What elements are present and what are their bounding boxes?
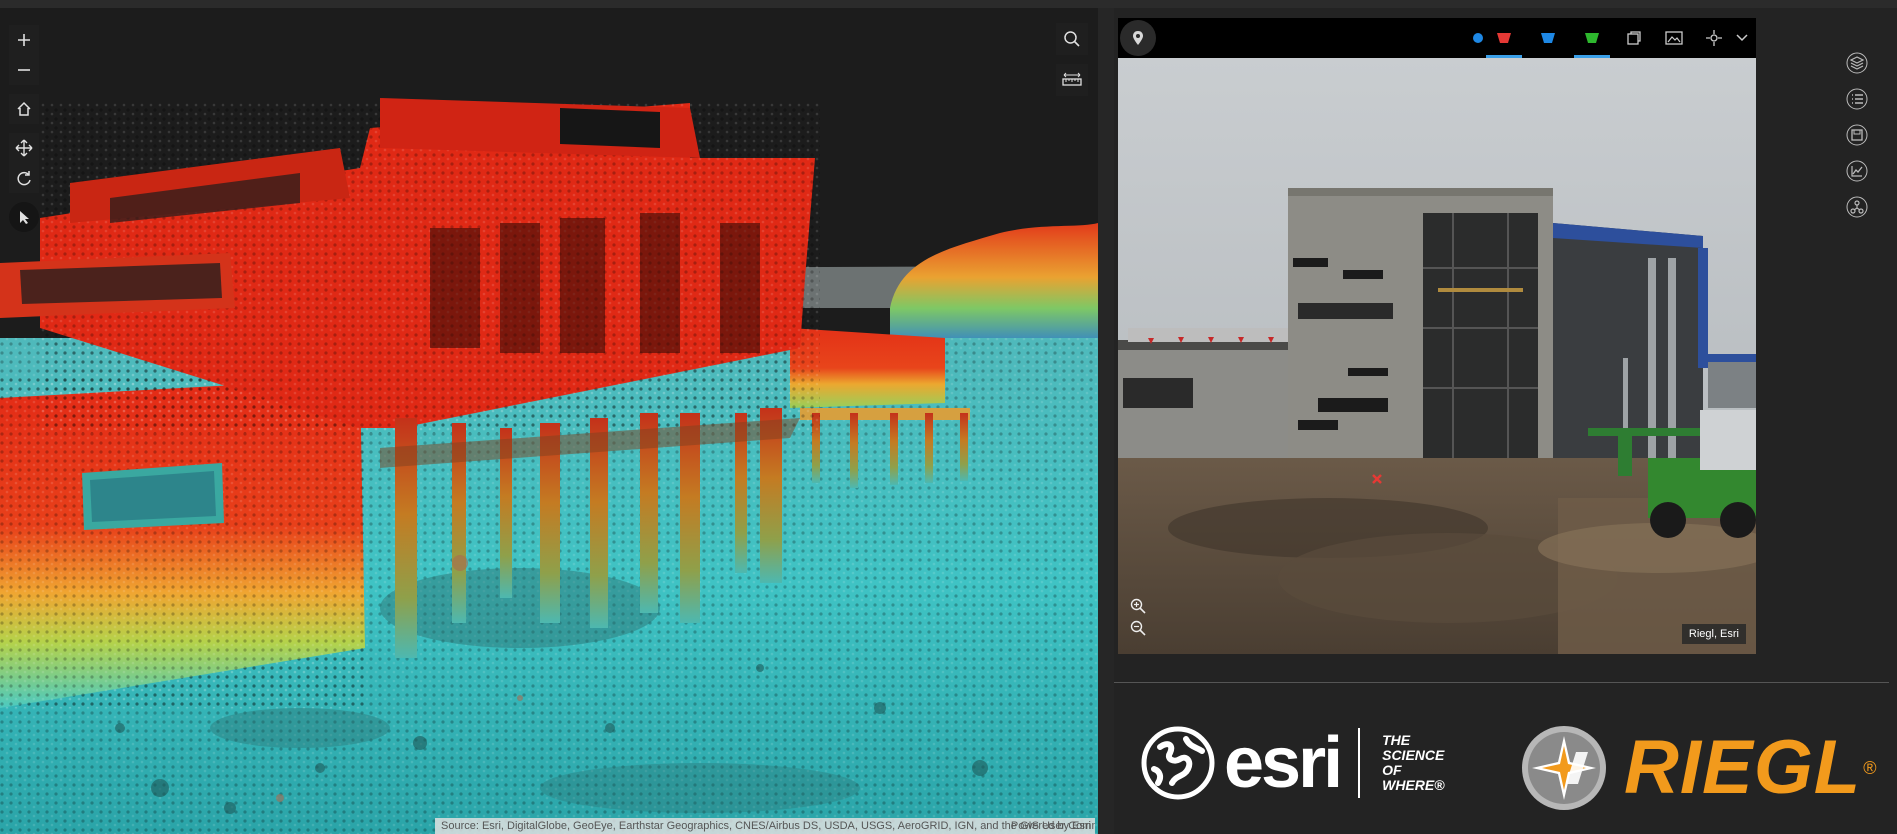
blue-footprint-button[interactable] bbox=[1530, 18, 1566, 58]
network-button[interactable] bbox=[1843, 194, 1871, 220]
pan-arrows-icon bbox=[15, 139, 33, 157]
chart-button[interactable] bbox=[1843, 158, 1871, 184]
scene-tools bbox=[1056, 23, 1088, 96]
search-icon bbox=[1064, 31, 1080, 47]
riegl-wordmark: RIEGL bbox=[1624, 725, 1862, 810]
blue-dot-icon bbox=[1473, 33, 1483, 43]
powered-by-link[interactable]: Powered by Esri bbox=[1011, 818, 1091, 834]
tagline-line-1: THE bbox=[1382, 732, 1411, 748]
zoom-in-magnifier-icon bbox=[1130, 598, 1146, 614]
viewer-zoom-in-button[interactable] bbox=[1128, 596, 1148, 616]
esri-wordmark: esri bbox=[1224, 723, 1343, 803]
crosshair-arrows-icon bbox=[1706, 30, 1722, 46]
blue-footprint-icon bbox=[1541, 33, 1555, 43]
tagline-line-2: SCIENCE bbox=[1382, 747, 1445, 763]
chevron-down-icon bbox=[1736, 34, 1748, 42]
esri-globe-icon bbox=[1141, 726, 1215, 800]
zoom-out-button[interactable] bbox=[9, 55, 39, 85]
plus-icon bbox=[18, 34, 30, 46]
attribution-text: Source: Esri, DigitalGlobe, GeoEye, Eart… bbox=[441, 820, 1095, 832]
legend-list-button[interactable] bbox=[1843, 86, 1871, 112]
cursor-arrow-icon bbox=[20, 211, 29, 224]
gallery-button[interactable] bbox=[1656, 18, 1692, 58]
layers-icon bbox=[1846, 52, 1868, 74]
green-footprint-button[interactable] bbox=[1574, 18, 1610, 58]
image-gallery-icon bbox=[1665, 31, 1683, 45]
copy-icon bbox=[1627, 31, 1641, 45]
home-icon bbox=[17, 101, 31, 116]
right-rail-toolbar bbox=[1843, 50, 1871, 220]
viewer-toolbar bbox=[1118, 18, 1756, 58]
map-pin-icon bbox=[1133, 31, 1143, 45]
oriented-imagery-viewer: Riegl, Esri bbox=[1118, 18, 1756, 654]
viewer-zoom-controls bbox=[1128, 596, 1148, 638]
collapse-toolbar-button[interactable] bbox=[1724, 18, 1756, 58]
photo-credit: Riegl, Esri bbox=[1681, 624, 1746, 644]
list-icon bbox=[1846, 88, 1868, 110]
esri-separator bbox=[1358, 728, 1361, 798]
red-footprint-icon bbox=[1497, 33, 1511, 43]
riegl-emblem-icon bbox=[1522, 726, 1606, 810]
site-photograph[interactable] bbox=[1118, 58, 1756, 654]
scene-navigation-toolbar bbox=[9, 25, 39, 232]
panel-divider[interactable] bbox=[1098, 8, 1114, 834]
save-button[interactable] bbox=[1843, 122, 1871, 148]
location-pin-button[interactable] bbox=[1120, 20, 1156, 56]
esri-tagline: THE SCIENCE OF WHERE® bbox=[1382, 733, 1444, 793]
save-icon bbox=[1846, 124, 1868, 146]
select-tool-button[interactable] bbox=[9, 202, 39, 232]
point-cloud-render bbox=[0, 8, 1098, 834]
registered-mark: ® bbox=[1863, 757, 1877, 778]
zoom-in-button[interactable] bbox=[9, 25, 39, 55]
zoom-out-magnifier-icon bbox=[1130, 620, 1146, 636]
tagline-line-3: OF bbox=[1382, 762, 1402, 778]
home-button[interactable] bbox=[9, 94, 39, 124]
scene-view-3d[interactable]: Source: Esri, DigitalGlobe, GeoEye, Eart… bbox=[0, 8, 1098, 834]
rotate-button[interactable] bbox=[9, 163, 39, 193]
rotate-icon bbox=[17, 171, 31, 186]
green-footprint-icon bbox=[1585, 33, 1599, 43]
viewer-zoom-out-button[interactable] bbox=[1128, 618, 1148, 638]
line-chart-icon bbox=[1846, 160, 1868, 182]
ruler-measure-icon bbox=[1062, 72, 1082, 86]
map-attribution: Source: Esri, DigitalGlobe, GeoEye, Eart… bbox=[435, 818, 1095, 834]
measure-button[interactable] bbox=[1056, 64, 1088, 96]
copy-button[interactable] bbox=[1616, 18, 1652, 58]
section-divider bbox=[1114, 682, 1889, 683]
pan-button[interactable] bbox=[9, 133, 39, 163]
network-icon bbox=[1846, 196, 1868, 218]
layers-button[interactable] bbox=[1843, 50, 1871, 76]
riegl-logo: RIEGL ® bbox=[1518, 722, 1877, 814]
red-footprint-button[interactable] bbox=[1486, 18, 1522, 58]
top-strip bbox=[0, 0, 1897, 8]
esri-logo: esri THE SCIENCE OF WHERE® bbox=[1140, 725, 1445, 801]
tagline-line-4: WHERE® bbox=[1382, 777, 1445, 793]
minus-icon bbox=[18, 69, 30, 71]
search-button[interactable] bbox=[1056, 23, 1088, 55]
